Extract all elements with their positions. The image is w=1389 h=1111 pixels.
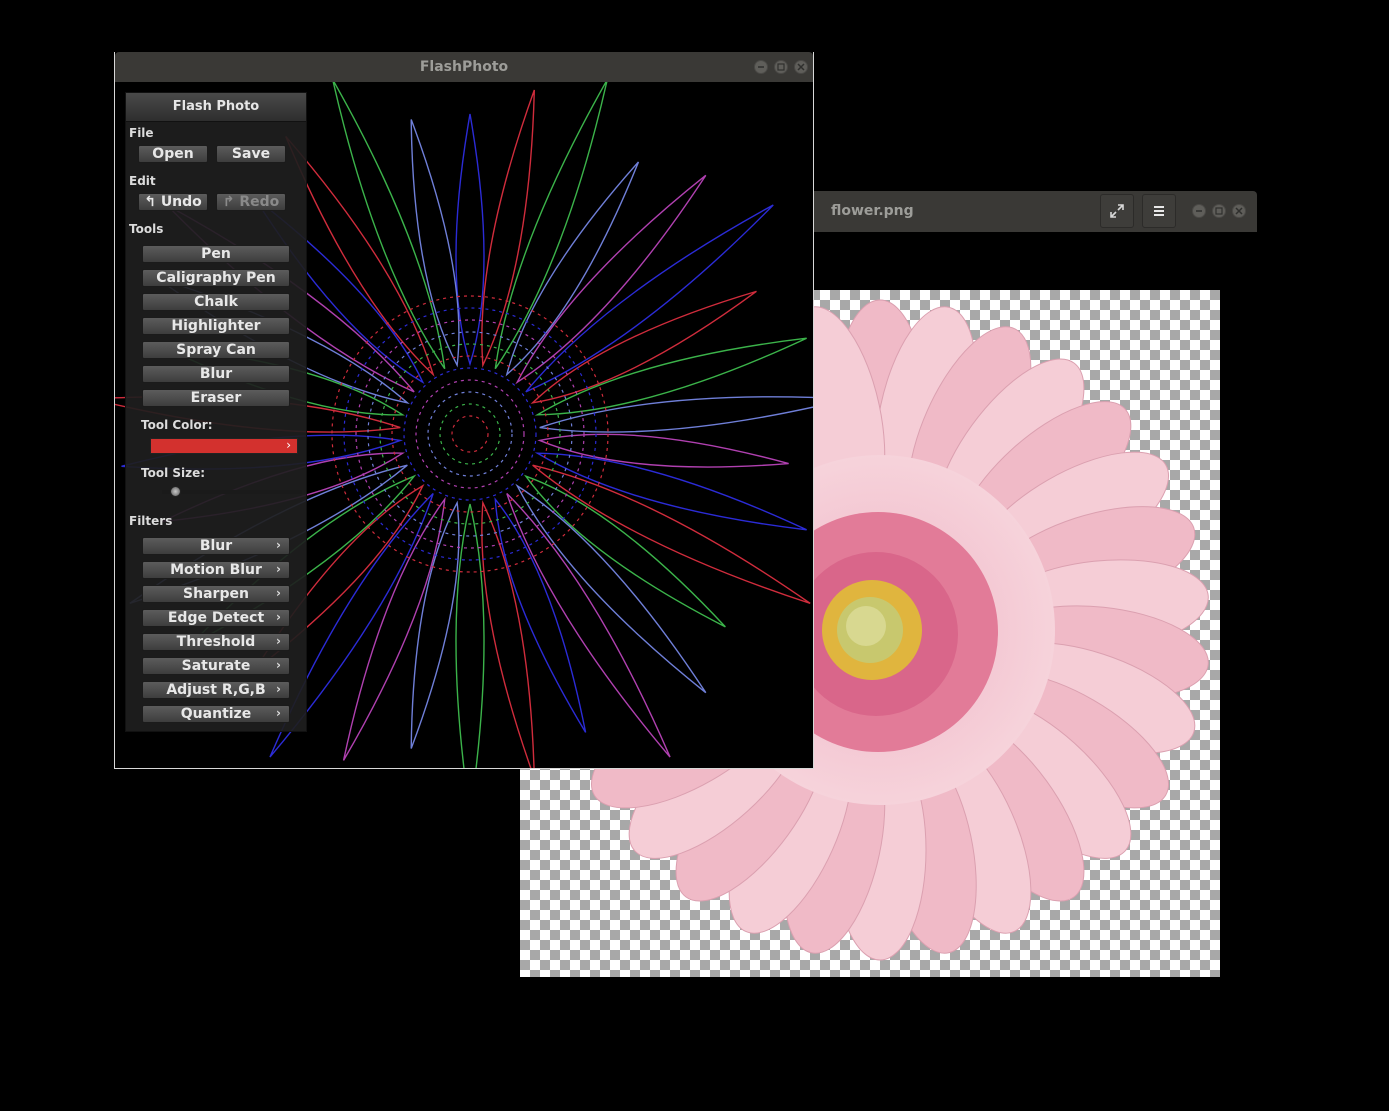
file-section-label: File [129, 126, 154, 140]
filter-quantize-button[interactable]: Quantize › [142, 705, 290, 723]
maximize-button[interactable] [774, 60, 788, 74]
flashphoto-window: FlashPhoto Flash Photo File Open Save Ed… [114, 52, 814, 769]
minimize-button[interactable] [1192, 204, 1206, 218]
chevron-right-icon: › [276, 634, 281, 648]
chevron-right-icon: › [276, 682, 281, 696]
viewer-title: flower.png [831, 203, 914, 219]
minimize-icon [1196, 210, 1202, 212]
tool-size-label: Tool Size: [141, 466, 206, 480]
chevron-right-icon: › [276, 658, 281, 672]
redo-button[interactable]: ↱ Redo [216, 193, 286, 211]
tool-chalk-button[interactable]: Chalk [142, 293, 290, 311]
minimize-button[interactable] [754, 60, 768, 74]
minimize-icon [758, 66, 764, 68]
tool-blur-button[interactable]: Blur [142, 365, 290, 383]
maximize-icon [777, 63, 785, 71]
filters-section-label: Filters [129, 514, 173, 528]
flashphoto-titlebar[interactable]: FlashPhoto [115, 52, 813, 82]
maximize-icon [1215, 207, 1223, 215]
filter-edge-detect-label: Edge Detect [167, 610, 265, 626]
close-icon [1235, 207, 1243, 215]
filter-adjust-rgb-label: Adjust R,G,B [166, 682, 266, 698]
filter-adjust-rgb-button[interactable]: Adjust R,G,B › [142, 681, 290, 699]
tool-spray-can-button[interactable]: Spray Can [142, 341, 290, 359]
filter-threshold-button[interactable]: Threshold › [142, 633, 290, 651]
filter-motion-blur-label: Motion Blur [170, 562, 262, 578]
maximize-button[interactable] [1212, 204, 1226, 218]
chevron-right-icon: › [276, 562, 281, 576]
undo-icon: ↰ [144, 194, 156, 210]
undo-button[interactable]: ↰ Undo [138, 193, 208, 211]
chevron-right-icon: › [276, 586, 281, 600]
chevron-right-icon: › [276, 610, 281, 624]
tool-size-slider-track[interactable] [162, 490, 302, 494]
fullscreen-icon [1110, 204, 1124, 218]
close-icon [797, 63, 805, 71]
tool-pen-button[interactable]: Pen [142, 245, 290, 263]
filter-blur-button[interactable]: Blur › [142, 537, 290, 555]
filter-blur-label: Blur [199, 538, 233, 554]
hamburger-menu-icon [1154, 206, 1164, 216]
tool-color-picker[interactable]: › [150, 438, 298, 454]
filter-quantize-label: Quantize [180, 706, 252, 722]
filter-saturate-button[interactable]: Saturate › [142, 657, 290, 675]
close-button[interactable] [1232, 204, 1246, 218]
chevron-right-icon: › [286, 438, 291, 452]
tools-section-label: Tools [129, 222, 164, 236]
edit-section-label: Edit [129, 174, 156, 188]
chevron-right-icon: › [276, 706, 281, 720]
tool-panel: Flash Photo File Open Save Edit ↰ Undo ↱… [125, 92, 307, 732]
menu-button[interactable] [1142, 194, 1176, 228]
open-button[interactable]: Open [138, 145, 208, 163]
tool-size-slider-knob[interactable] [170, 486, 181, 497]
filter-threshold-label: Threshold [176, 634, 256, 650]
redo-label: Redo [239, 194, 280, 210]
filter-sharpen-button[interactable]: Sharpen › [142, 585, 290, 603]
window-title: FlashPhoto [419, 59, 509, 75]
tool-highlighter-button[interactable]: Highlighter [142, 317, 290, 335]
save-button[interactable]: Save [216, 145, 286, 163]
close-button[interactable] [794, 60, 808, 74]
chevron-right-icon: › [276, 538, 281, 552]
tool-color-label: Tool Color: [141, 418, 213, 432]
filter-edge-detect-button[interactable]: Edge Detect › [142, 609, 290, 627]
panel-title: Flash Photo [126, 93, 306, 122]
tool-caligraphy-pen-button[interactable]: Caligraphy Pen [142, 269, 290, 287]
filter-saturate-label: Saturate [181, 658, 251, 674]
redo-icon: ↱ [222, 194, 235, 210]
tool-eraser-button[interactable]: Eraser [142, 389, 290, 407]
viewer-titlebar[interactable]: flower.png [814, 191, 1257, 232]
undo-label: Undo [160, 194, 202, 210]
fullscreen-button[interactable] [1100, 194, 1134, 228]
filter-sharpen-label: Sharpen [183, 586, 249, 602]
filter-motion-blur-button[interactable]: Motion Blur › [142, 561, 290, 579]
